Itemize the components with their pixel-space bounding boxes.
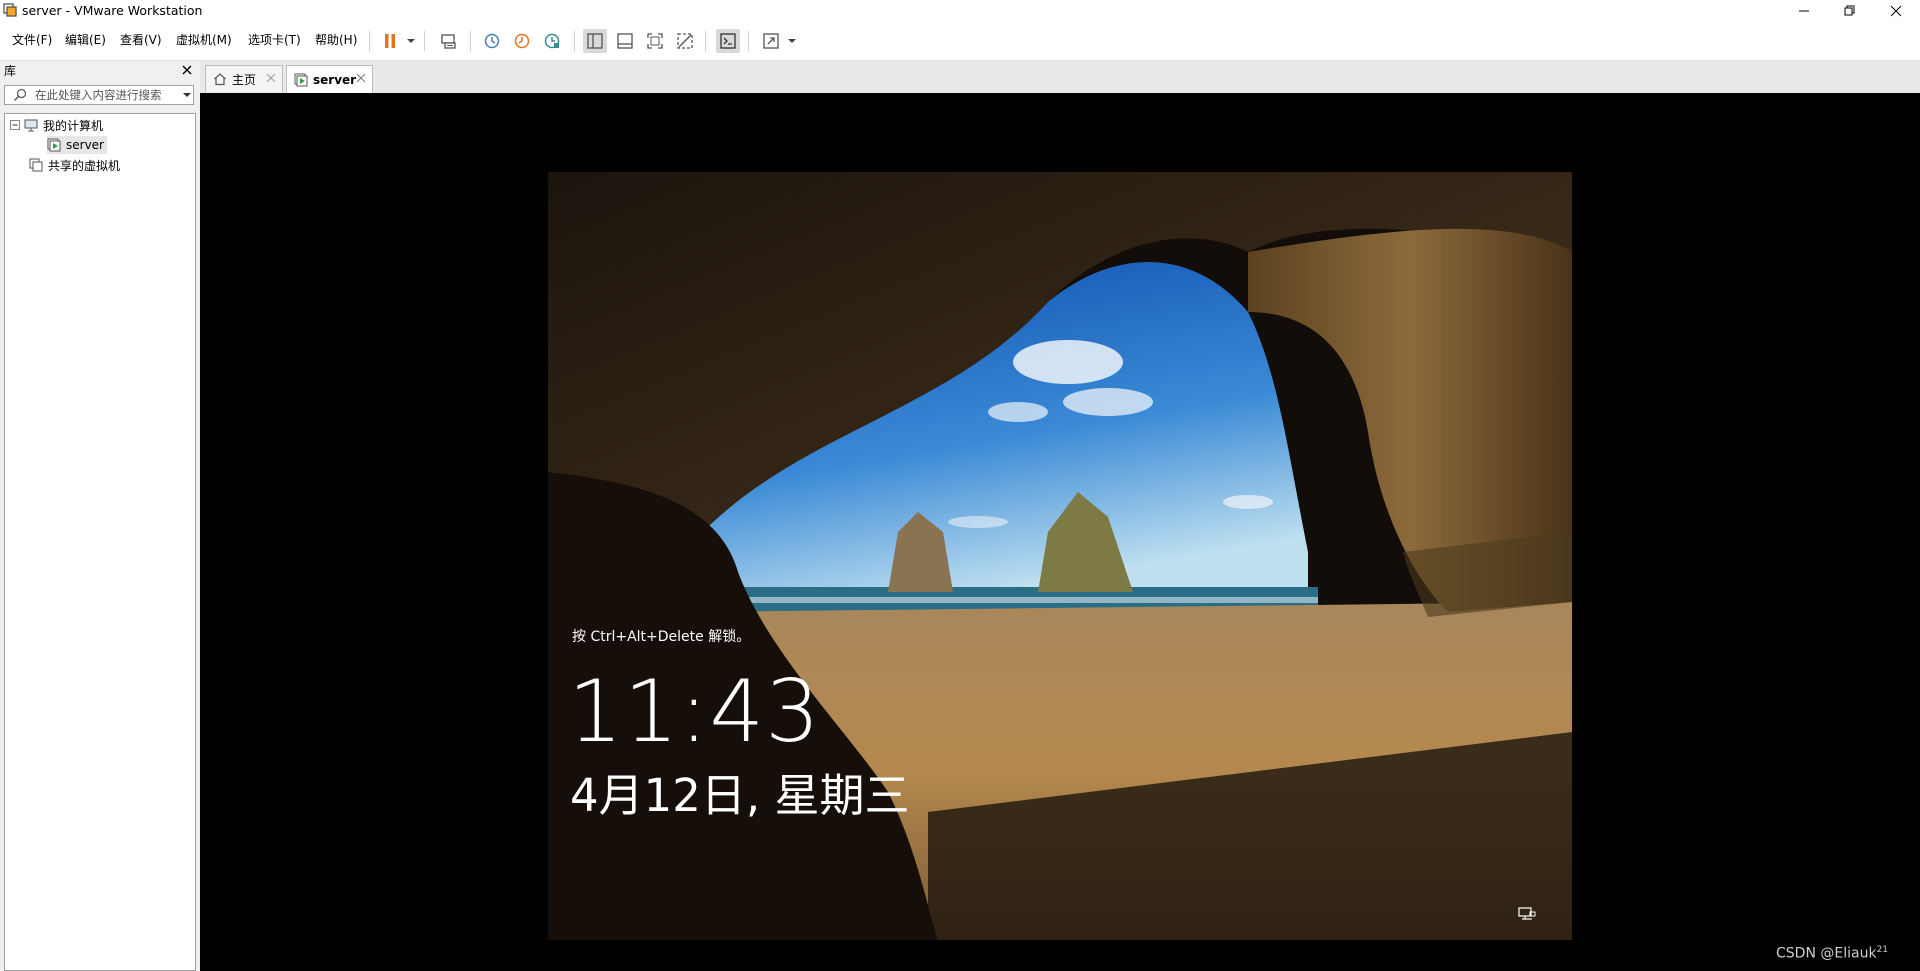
collapse-icon[interactable]: [10, 120, 20, 130]
library-tree: 我的计算机 server 共享的虚拟机: [4, 113, 196, 971]
home-icon: [214, 73, 226, 86]
vm-running-icon: [47, 138, 61, 152]
stretch-guest-icon: [763, 33, 779, 49]
pause-icon: [385, 34, 395, 48]
menu-file[interactable]: 文件(F): [12, 31, 52, 49]
tab-home[interactable]: 主页: [205, 65, 283, 92]
vm-console[interactable]: 按 Ctrl+Alt+Delete 解锁。 11:43 4月12日, 星期三 C…: [200, 93, 1920, 971]
shared-vms-icon: [29, 158, 43, 172]
lock-screen-date: 4月12日, 星期三: [570, 769, 910, 822]
tree-item-label: 我的计算机: [43, 118, 104, 133]
tree-item-server[interactable]: server: [47, 136, 107, 154]
tab-server[interactable]: server: [286, 65, 373, 93]
power-dropdown[interactable]: [406, 29, 416, 53]
watermark-sup: 21: [1876, 945, 1889, 955]
full-screen-icon: [647, 33, 663, 49]
restore-icon: [1844, 5, 1855, 16]
chevron-down-icon[interactable]: [181, 87, 193, 103]
snapshot-icon: [484, 33, 500, 49]
close-icon: [1890, 5, 1902, 17]
snapshot-button[interactable]: [480, 29, 504, 53]
vmware-app-icon: [3, 3, 17, 17]
tree-item-label: 共享的虚拟机: [48, 158, 121, 173]
menu-edit[interactable]: 编辑(E): [65, 31, 106, 49]
tab-label: 主页: [232, 72, 257, 87]
watermark: CSDN @Eliauk21: [1776, 945, 1888, 962]
toolbar-separator: [574, 31, 575, 51]
close-tab-icon[interactable]: [266, 73, 276, 83]
stretch-guest-button[interactable]: [759, 29, 783, 53]
menu-vm[interactable]: 虚拟机(M): [176, 31, 232, 49]
minimize-button[interactable]: [1781, 0, 1827, 22]
menu-toolbar: 文件(F) 编辑(E) 查看(V) 虚拟机(M) 选项卡(T) 帮助(H): [0, 22, 1920, 61]
unlock-hint: 按 Ctrl+Alt+Delete 解锁。: [572, 629, 751, 645]
close-library-icon[interactable]: [180, 63, 194, 77]
unity-button[interactable]: [673, 29, 697, 53]
thumbnail-bar-icon: [617, 33, 633, 49]
title-bar: server - VMware Workstation: [0, 0, 1920, 22]
toolbar-separator: [369, 31, 370, 51]
library-view-button[interactable]: [583, 29, 607, 53]
stretch-dropdown[interactable]: [787, 29, 797, 53]
lock-screen-wallpaper: [548, 172, 1572, 940]
vm-running-icon: [294, 73, 308, 86]
console-view-button[interactable]: [716, 29, 740, 53]
tree-item-label: server: [66, 138, 104, 152]
network-icon[interactable]: [1518, 907, 1536, 923]
toolbar-separator: [470, 31, 471, 51]
library-view-icon: [587, 33, 603, 49]
restore-button[interactable]: [1827, 0, 1873, 22]
snapshot-manager-icon: [544, 33, 560, 49]
watermark-text: CSDN @Eliauk: [1776, 945, 1877, 962]
send-ctrl-alt-del-button[interactable]: [437, 29, 461, 53]
window-title: server - VMware Workstation: [22, 3, 203, 18]
thumbnail-bar-button[interactable]: [613, 29, 637, 53]
library-search: [4, 85, 194, 105]
lock-screen-time: 11:43: [568, 662, 821, 762]
chevron-down-icon: [407, 39, 415, 43]
library-search-input[interactable]: [35, 87, 175, 103]
tab-strip: 主页 server: [200, 61, 1920, 94]
close-window-button[interactable]: [1873, 0, 1919, 22]
revert-snapshot-icon: [514, 33, 530, 49]
tab-label: server: [313, 72, 357, 87]
tree-item-shared-vms[interactable]: 共享的虚拟机: [29, 156, 120, 174]
close-tab-icon[interactable]: [356, 73, 366, 83]
menu-help[interactable]: 帮助(H): [315, 31, 357, 49]
minimize-icon: [1799, 10, 1809, 12]
tree-item-my-computer[interactable]: 我的计算机: [10, 116, 103, 134]
library-title: 库: [4, 64, 17, 78]
full-screen-button[interactable]: [643, 29, 667, 53]
menu-tabs[interactable]: 选项卡(T): [248, 31, 301, 49]
console-view-icon: [720, 33, 736, 49]
send-keys-icon: [441, 34, 456, 49]
unity-icon: [677, 33, 693, 49]
library-panel: 库 我的计算机 server 共享的虚拟机: [0, 61, 196, 971]
toolbar-separator: [424, 31, 425, 51]
menu-view[interactable]: 查看(V): [120, 31, 162, 49]
chevron-down-icon: [788, 39, 796, 43]
snapshot-manager-button[interactable]: [540, 29, 564, 53]
computer-icon: [24, 119, 38, 131]
revert-snapshot-button[interactable]: [510, 29, 534, 53]
pause-button[interactable]: [378, 29, 402, 53]
lock-screen[interactable]: 按 Ctrl+Alt+Delete 解锁。 11:43 4月12日, 星期三: [548, 172, 1572, 940]
search-icon: [14, 88, 27, 101]
toolbar-separator: [748, 31, 749, 51]
toolbar-separator: [705, 31, 706, 51]
